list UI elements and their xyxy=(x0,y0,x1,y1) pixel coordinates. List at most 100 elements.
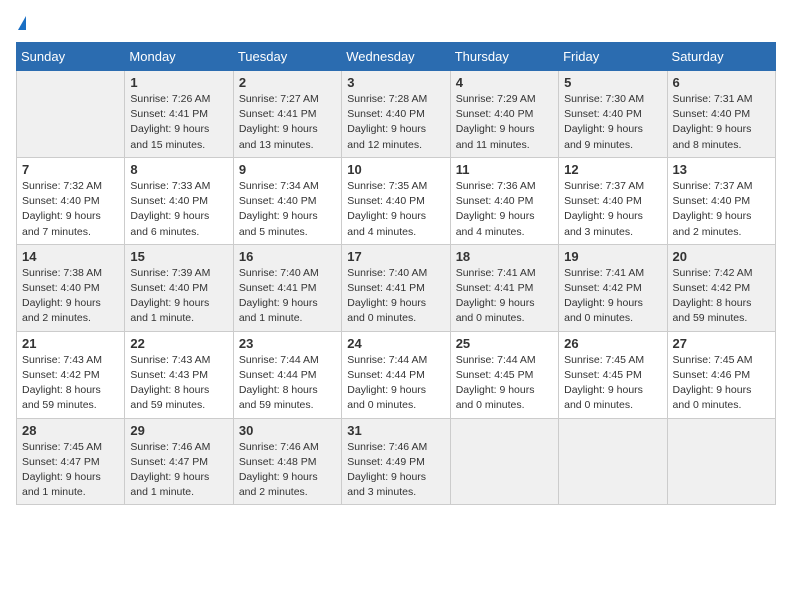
day-number: 30 xyxy=(239,423,336,438)
day-info: Sunrise: 7:44 AMSunset: 4:44 PMDaylight:… xyxy=(347,353,444,414)
day-number: 22 xyxy=(130,336,227,351)
day-number: 10 xyxy=(347,162,444,177)
day-info: Sunrise: 7:38 AMSunset: 4:40 PMDaylight:… xyxy=(22,266,119,327)
calendar-cell xyxy=(559,418,667,505)
day-info: Sunrise: 7:44 AMSunset: 4:45 PMDaylight:… xyxy=(456,353,553,414)
weekday-header: Wednesday xyxy=(342,43,450,71)
day-number: 12 xyxy=(564,162,661,177)
day-info: Sunrise: 7:40 AMSunset: 4:41 PMDaylight:… xyxy=(239,266,336,327)
calendar-cell: 7Sunrise: 7:32 AMSunset: 4:40 PMDaylight… xyxy=(17,157,125,244)
day-number: 25 xyxy=(456,336,553,351)
day-info: Sunrise: 7:28 AMSunset: 4:40 PMDaylight:… xyxy=(347,92,444,153)
logo xyxy=(16,16,26,30)
day-number: 3 xyxy=(347,75,444,90)
calendar-cell: 24 Sunrise: 7:44 AMSunset: 4:44 PMDayligh… xyxy=(342,331,450,418)
day-info: Sunrise: 7:36 AMSunset: 4:40 PMDaylight:… xyxy=(456,179,553,240)
calendar-cell: 31 Sunrise: 7:46 AMSunset: 4:49 PMDayligh… xyxy=(342,418,450,505)
calendar-cell: 19Sunrise: 7:41 AMSunset: 4:42 PMDayligh… xyxy=(559,244,667,331)
calendar-week-row: 7Sunrise: 7:32 AMSunset: 4:40 PMDaylight… xyxy=(17,157,776,244)
weekday-header: Friday xyxy=(559,43,667,71)
calendar-cell xyxy=(667,418,775,505)
day-info: Sunrise: 7:35 AMSunset: 4:40 PMDaylight:… xyxy=(347,179,444,240)
page-header xyxy=(16,16,776,30)
day-info: Sunrise: 7:26 AMSunset: 4:41 PMDaylight:… xyxy=(130,92,227,153)
day-info: Sunrise: 7:46 AMSunset: 4:49 PMDaylight:… xyxy=(347,440,444,501)
day-number: 2 xyxy=(239,75,336,90)
calendar-cell: 14 Sunrise: 7:38 AMSunset: 4:40 PMDayligh… xyxy=(17,244,125,331)
calendar-cell: 13 Sunrise: 7:37 AMSunset: 4:40 PMDayligh… xyxy=(667,157,775,244)
day-info: Sunrise: 7:34 AMSunset: 4:40 PMDaylight:… xyxy=(239,179,336,240)
day-number: 24 xyxy=(347,336,444,351)
day-number: 14 xyxy=(22,249,119,264)
calendar-cell: 22Sunrise: 7:43 AMSunset: 4:43 PMDayligh… xyxy=(125,331,233,418)
day-number: 20 xyxy=(673,249,770,264)
day-info: Sunrise: 7:43 AMSunset: 4:42 PMDaylight:… xyxy=(22,353,119,414)
day-info: Sunrise: 7:32 AMSunset: 4:40 PMDaylight:… xyxy=(22,179,119,240)
calendar-cell: 16Sunrise: 7:40 AMSunset: 4:41 PMDayligh… xyxy=(233,244,341,331)
calendar-cell: 27Sunrise: 7:45 AMSunset: 4:46 PMDayligh… xyxy=(667,331,775,418)
weekday-header: Thursday xyxy=(450,43,558,71)
day-info: Sunrise: 7:45 AMSunset: 4:45 PMDaylight:… xyxy=(564,353,661,414)
day-number: 4 xyxy=(456,75,553,90)
calendar-cell: 12Sunrise: 7:37 AMSunset: 4:40 PMDayligh… xyxy=(559,157,667,244)
calendar-cell: 30 Sunrise: 7:46 AMSunset: 4:48 PMDayligh… xyxy=(233,418,341,505)
calendar-cell xyxy=(450,418,558,505)
day-number: 26 xyxy=(564,336,661,351)
day-info: Sunrise: 7:33 AMSunset: 4:40 PMDaylight:… xyxy=(130,179,227,240)
calendar-week-row: 14 Sunrise: 7:38 AMSunset: 4:40 PMDayligh… xyxy=(17,244,776,331)
day-info: Sunrise: 7:41 AMSunset: 4:41 PMDaylight:… xyxy=(456,266,553,327)
day-info: Sunrise: 7:31 AMSunset: 4:40 PMDaylight:… xyxy=(673,92,770,153)
calendar-cell: 11Sunrise: 7:36 AMSunset: 4:40 PMDayligh… xyxy=(450,157,558,244)
calendar-cell: 17 Sunrise: 7:40 AMSunset: 4:41 PMDayligh… xyxy=(342,244,450,331)
day-info: Sunrise: 7:46 AMSunset: 4:47 PMDaylight:… xyxy=(130,440,227,501)
day-number: 28 xyxy=(22,423,119,438)
weekday-header: Sunday xyxy=(17,43,125,71)
calendar-cell xyxy=(17,71,125,158)
day-number: 18 xyxy=(456,249,553,264)
calendar-cell: 15 Sunrise: 7:39 AMSunset: 4:40 PMDayligh… xyxy=(125,244,233,331)
calendar-cell: 10 Sunrise: 7:35 AMSunset: 4:40 PMDayligh… xyxy=(342,157,450,244)
weekday-header: Saturday xyxy=(667,43,775,71)
day-info: Sunrise: 7:46 AMSunset: 4:48 PMDaylight:… xyxy=(239,440,336,501)
calendar-cell: 1 Sunrise: 7:26 AMSunset: 4:41 PMDaylight… xyxy=(125,71,233,158)
calendar-header-row: SundayMondayTuesdayWednesdayThursdayFrid… xyxy=(17,43,776,71)
day-info: Sunrise: 7:39 AMSunset: 4:40 PMDaylight:… xyxy=(130,266,227,327)
calendar-cell: 21 Sunrise: 7:43 AMSunset: 4:42 PMDayligh… xyxy=(17,331,125,418)
day-number: 13 xyxy=(673,162,770,177)
day-info: Sunrise: 7:37 AMSunset: 4:40 PMDaylight:… xyxy=(673,179,770,240)
calendar-week-row: 1 Sunrise: 7:26 AMSunset: 4:41 PMDaylight… xyxy=(17,71,776,158)
calendar-cell: 2 Sunrise: 7:27 AMSunset: 4:41 PMDaylight… xyxy=(233,71,341,158)
day-number: 15 xyxy=(130,249,227,264)
day-number: 19 xyxy=(564,249,661,264)
calendar-cell: 18 Sunrise: 7:41 AMSunset: 4:41 PMDayligh… xyxy=(450,244,558,331)
day-number: 8 xyxy=(130,162,227,177)
day-info: Sunrise: 7:29 AMSunset: 4:40 PMDaylight:… xyxy=(456,92,553,153)
calendar-cell: 23Sunrise: 7:44 AMSunset: 4:44 PMDayligh… xyxy=(233,331,341,418)
calendar-week-row: 28 Sunrise: 7:45 AMSunset: 4:47 PMDayligh… xyxy=(17,418,776,505)
day-number: 1 xyxy=(130,75,227,90)
calendar-cell: 8 Sunrise: 7:33 AMSunset: 4:40 PMDaylight… xyxy=(125,157,233,244)
logo-icon xyxy=(18,16,26,30)
calendar-week-row: 21 Sunrise: 7:43 AMSunset: 4:42 PMDayligh… xyxy=(17,331,776,418)
day-number: 21 xyxy=(22,336,119,351)
calendar-cell: 26 Sunrise: 7:45 AMSunset: 4:45 PMDayligh… xyxy=(559,331,667,418)
day-info: Sunrise: 7:40 AMSunset: 4:41 PMDaylight:… xyxy=(347,266,444,327)
day-number: 17 xyxy=(347,249,444,264)
calendar-cell: 25 Sunrise: 7:44 AMSunset: 4:45 PMDayligh… xyxy=(450,331,558,418)
calendar-cell: 4 Sunrise: 7:29 AMSunset: 4:40 PMDaylight… xyxy=(450,71,558,158)
calendar-cell: 29 Sunrise: 7:46 AMSunset: 4:47 PMDayligh… xyxy=(125,418,233,505)
day-number: 29 xyxy=(130,423,227,438)
day-info: Sunrise: 7:45 AMSunset: 4:46 PMDaylight:… xyxy=(673,353,770,414)
calendar-table: SundayMondayTuesdayWednesdayThursdayFrid… xyxy=(16,42,776,505)
day-number: 5 xyxy=(564,75,661,90)
day-number: 6 xyxy=(673,75,770,90)
day-number: 31 xyxy=(347,423,444,438)
calendar-cell: 5 Sunrise: 7:30 AMSunset: 4:40 PMDaylight… xyxy=(559,71,667,158)
day-info: Sunrise: 7:30 AMSunset: 4:40 PMDaylight:… xyxy=(564,92,661,153)
calendar-cell: 9Sunrise: 7:34 AMSunset: 4:40 PMDaylight… xyxy=(233,157,341,244)
day-info: Sunrise: 7:27 AMSunset: 4:41 PMDaylight:… xyxy=(239,92,336,153)
day-info: Sunrise: 7:45 AMSunset: 4:47 PMDaylight:… xyxy=(22,440,119,501)
day-number: 23 xyxy=(239,336,336,351)
calendar-cell: 3 Sunrise: 7:28 AMSunset: 4:40 PMDaylight… xyxy=(342,71,450,158)
calendar-cell: 20Sunrise: 7:42 AMSunset: 4:42 PMDayligh… xyxy=(667,244,775,331)
